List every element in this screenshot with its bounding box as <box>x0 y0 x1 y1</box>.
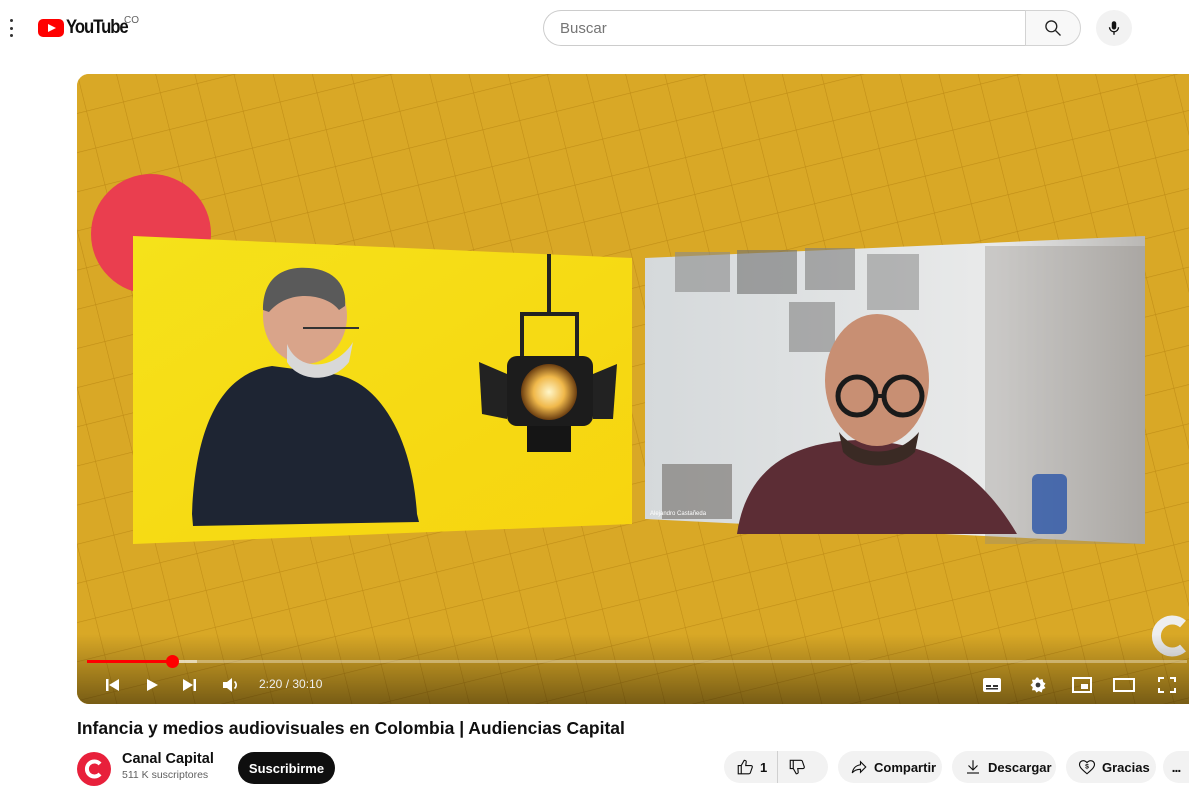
previous-icon <box>106 679 119 691</box>
video-title: Infancia y medios audiovisuales en Colom… <box>77 718 625 738</box>
settings-button[interactable] <box>1027 673 1049 697</box>
top-bar: YouTube CO <box>0 0 1189 56</box>
theater-mode-button[interactable] <box>1111 673 1137 697</box>
played-bar <box>87 660 173 663</box>
thumbs-down-icon <box>789 759 806 775</box>
subtitles-icon <box>983 678 1001 692</box>
download-icon <box>967 760 979 774</box>
subscribe-button[interactable]: Suscribirme <box>238 752 335 784</box>
more-icon: ... <box>1171 759 1182 775</box>
thanks-icon: $ <box>1078 760 1096 775</box>
play-button[interactable] <box>141 673 163 697</box>
subtitles-button[interactable] <box>981 673 1003 697</box>
download-label: Descargar <box>988 759 1052 775</box>
volume-icon <box>223 678 237 692</box>
theater-mode-icon <box>1113 678 1135 692</box>
subscriber-count: 511 K suscriptores <box>122 769 209 781</box>
participant-name: Alejandro Castañeda <box>650 511 707 517</box>
miniplayer-icon <box>1072 677 1092 693</box>
search-icon <box>1045 20 1061 36</box>
like-dislike-group: 1 <box>724 751 828 783</box>
logo-text: YouTube <box>66 17 129 38</box>
youtube-logo[interactable]: YouTube <box>38 17 136 39</box>
miniplayer-button[interactable] <box>1070 673 1094 697</box>
download-button[interactable]: Descargar <box>952 751 1056 783</box>
channel-name[interactable]: Canal Capital <box>122 751 214 767</box>
video-player[interactable]: Alejandro Castañeda 2:20 / 30:10 <box>77 74 1189 704</box>
fullscreen-button[interactable] <box>1155 673 1179 697</box>
previous-button[interactable] <box>103 673 123 697</box>
controls-gradient <box>77 634 1189 704</box>
progress-bar[interactable] <box>87 655 1187 668</box>
more-actions-button[interactable]: ... <box>1163 751 1189 783</box>
scrubber-handle[interactable] <box>166 655 180 668</box>
volume-button[interactable] <box>219 673 243 697</box>
share-button[interactable]: Compartir <box>838 751 942 783</box>
like-count: 1 <box>760 759 768 775</box>
share-label: Compartir <box>874 759 937 775</box>
settings-icon <box>1030 677 1046 693</box>
voice-search-button[interactable] <box>1096 10 1132 46</box>
mic-icon <box>1108 21 1120 35</box>
search-box <box>543 10 1081 46</box>
next-icon <box>183 679 196 691</box>
like-button[interactable]: 1 <box>724 751 779 783</box>
youtube-play-icon <box>38 19 64 37</box>
dislike-button[interactable] <box>778 751 818 783</box>
menu-icon[interactable] <box>4 19 18 37</box>
search-button[interactable] <box>1025 10 1081 46</box>
next-button[interactable] <box>179 673 199 697</box>
svg-text:$: $ <box>1085 764 1089 771</box>
thumbs-up-icon <box>737 759 753 775</box>
thanks-label: Gracias <box>1102 759 1150 775</box>
video-frame: Alejandro Castañeda <box>77 74 1189 704</box>
search-input[interactable] <box>543 10 1025 46</box>
country-code: CO <box>124 15 139 26</box>
thanks-button[interactable]: $ Gracias <box>1066 751 1156 783</box>
play-icon <box>147 679 158 691</box>
share-icon <box>851 760 867 774</box>
channel-avatar[interactable] <box>77 752 111 786</box>
time-display: 2:20 / 30:10 <box>259 677 323 691</box>
channel-logo-icon <box>84 759 102 779</box>
fullscreen-icon <box>1158 677 1176 693</box>
